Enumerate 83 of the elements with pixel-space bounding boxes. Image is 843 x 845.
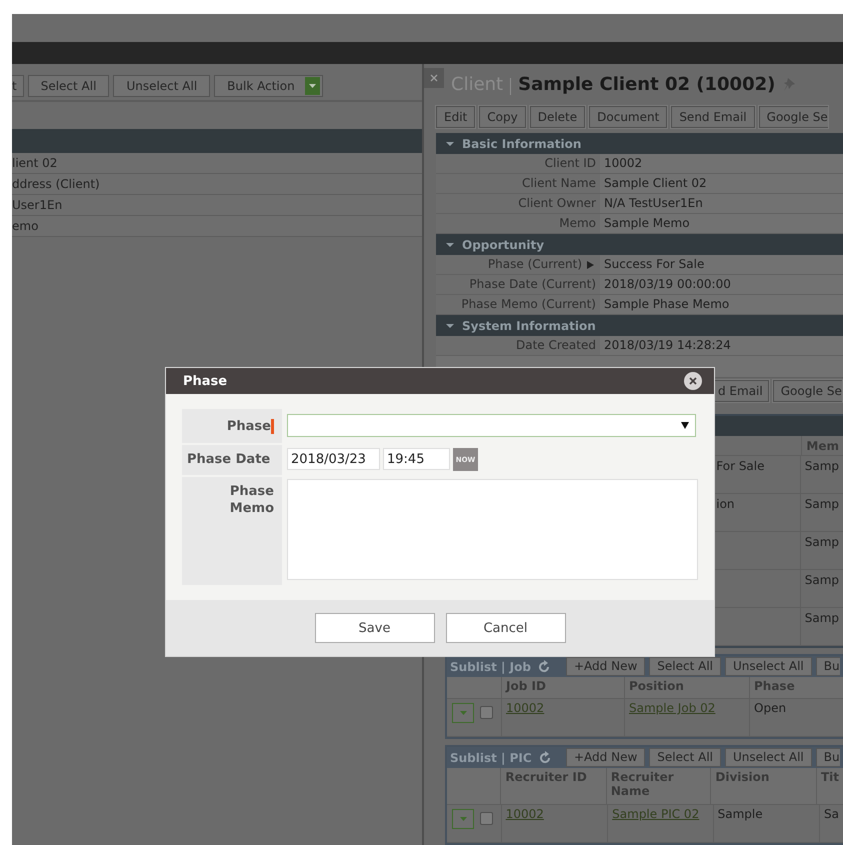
time-field[interactable]: 19:45 bbox=[383, 448, 450, 470]
field-value: Sample Memo bbox=[603, 215, 690, 232]
caret-icon bbox=[460, 817, 466, 821]
field-value: Sample Phase Memo bbox=[603, 296, 730, 313]
table-cell: Samp bbox=[804, 611, 839, 625]
action-button[interactable]: Edit bbox=[436, 106, 476, 128]
toolbar-button[interactable]: Select All bbox=[28, 75, 110, 97]
refresh-icon bbox=[538, 750, 552, 764]
action-button[interactable]: Copy bbox=[479, 106, 526, 128]
link[interactable]: 10002 bbox=[506, 807, 544, 821]
action-button[interactable]: Document bbox=[589, 106, 668, 128]
field-label: Phase bbox=[226, 418, 271, 434]
field-label: Client Name bbox=[522, 175, 596, 192]
toolbar-button[interactable]: Select All bbox=[649, 748, 721, 767]
close-button[interactable] bbox=[684, 372, 702, 390]
field-label: Date Created bbox=[516, 337, 596, 354]
field-label: Phase Memo (Current) bbox=[461, 296, 596, 313]
play-icon bbox=[587, 260, 594, 268]
dropdown[interactable] bbox=[287, 414, 696, 437]
dialog-button[interactable]: Cancel bbox=[446, 613, 566, 643]
field-label: Phase Date (Current) bbox=[469, 276, 596, 293]
action-button[interactable]: Google Se bbox=[772, 380, 842, 402]
table-cell: ion bbox=[716, 497, 735, 511]
close-icon bbox=[689, 377, 697, 385]
field-label: Client ID bbox=[544, 155, 596, 172]
link[interactable]: Sample PIC 02 bbox=[612, 807, 700, 821]
field-value: 2018/03/19 00:00:00 bbox=[603, 276, 731, 293]
field-value: Sample Client 02 bbox=[603, 175, 707, 192]
section-header[interactable]: Basic Information bbox=[436, 133, 843, 154]
caret-icon bbox=[681, 422, 689, 429]
toolbar-button[interactable]: Unselect All bbox=[725, 748, 812, 767]
field-label: Phase (Current) bbox=[488, 256, 582, 273]
checkbox[interactable] bbox=[480, 812, 493, 825]
sublist-title: Sublist | PIC bbox=[450, 750, 532, 764]
table-cell: lient 02 bbox=[12, 156, 58, 170]
action-button[interactable]: Send Email bbox=[671, 106, 755, 128]
caret-icon bbox=[308, 84, 316, 88]
table-cell: Samp bbox=[804, 573, 839, 587]
table-cell: Samp bbox=[804, 497, 839, 511]
field-value: Success For Sale bbox=[603, 256, 704, 273]
table-cell: Sa bbox=[824, 807, 839, 821]
record-title: Sample Client 02 (10002) bbox=[518, 73, 776, 95]
refresh-icon bbox=[536, 660, 551, 674]
section-header[interactable]: System Information bbox=[436, 315, 843, 336]
table-cell: User1En bbox=[12, 198, 62, 212]
field-label: Phase Date bbox=[187, 451, 270, 469]
field-value: N/A TestUser1En bbox=[603, 195, 703, 212]
link[interactable]: 10002 bbox=[506, 701, 544, 715]
field-label: Client Owner bbox=[518, 195, 596, 212]
toolbar-button[interactable]: Bu bbox=[816, 657, 840, 676]
row-menu-button[interactable] bbox=[452, 809, 474, 829]
dialog-title: Phase bbox=[183, 374, 228, 388]
toolbar-button[interactable]: +Add New bbox=[566, 657, 646, 676]
table-cell: emo bbox=[12, 219, 38, 233]
link[interactable]: Sample Job 02 bbox=[629, 701, 716, 715]
table-cell: Open bbox=[754, 701, 786, 715]
action-button[interactable]: Delete bbox=[530, 106, 586, 128]
toolbar-button[interactable]: Select All bbox=[649, 657, 721, 676]
table-cell: Sample bbox=[718, 807, 763, 821]
field-label: Phase Memo bbox=[228, 483, 274, 518]
table-cell: Samp bbox=[804, 535, 839, 549]
action-button[interactable]: Google Se bbox=[758, 106, 828, 128]
toolbar-button[interactable]: Unselect All bbox=[725, 657, 812, 676]
caret-icon bbox=[460, 711, 466, 715]
section-header[interactable]: Opportunity bbox=[436, 234, 843, 255]
table-cell: For Sale bbox=[716, 459, 765, 473]
table-cell: Samp bbox=[804, 459, 839, 473]
memo-field[interactable] bbox=[287, 479, 698, 580]
field-label: Memo bbox=[559, 215, 596, 232]
close-icon bbox=[430, 74, 438, 82]
toolbar-button[interactable]: Bu bbox=[816, 748, 840, 767]
toolbar-button[interactable]: t bbox=[12, 75, 24, 97]
checkbox[interactable] bbox=[480, 706, 493, 719]
field-value: 10002 bbox=[603, 155, 642, 172]
toolbar-button[interactable]: Bulk Action bbox=[214, 75, 323, 97]
row-menu-button[interactable] bbox=[452, 703, 474, 723]
date-field[interactable]: 2018/03/23 bbox=[287, 448, 380, 470]
toolbar-button[interactable]: Unselect All bbox=[113, 75, 210, 97]
table-cell: ddress (Client) bbox=[12, 177, 100, 191]
dialog-button[interactable]: Save bbox=[314, 613, 434, 643]
toolbar-button[interactable]: +Add New bbox=[566, 748, 646, 767]
field-value: 2018/03/19 14:28:24 bbox=[603, 337, 731, 354]
sublist-title: Sublist | Job bbox=[450, 660, 531, 674]
